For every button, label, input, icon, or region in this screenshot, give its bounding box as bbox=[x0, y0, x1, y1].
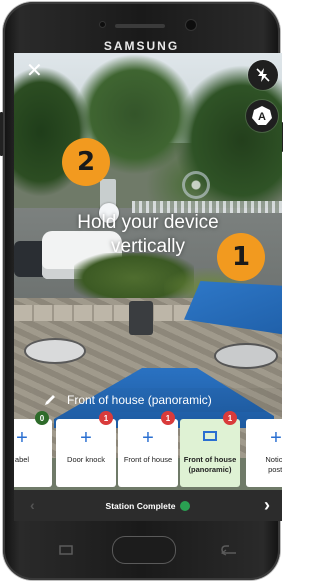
proximity-sensor bbox=[100, 22, 105, 27]
plus-icon[interactable]: + bbox=[56, 428, 116, 448]
plus-icon[interactable]: + bbox=[246, 428, 282, 448]
count-badge: 1 bbox=[99, 411, 113, 425]
card-label: Front of house (panoramic) bbox=[180, 455, 240, 475]
card-label: Front of house bbox=[123, 455, 173, 464]
hint-line-1: Hold your device bbox=[77, 212, 219, 233]
photo-card[interactable]: + Notice posti bbox=[246, 419, 282, 487]
count-badge: 1 bbox=[223, 411, 237, 425]
brand-logo: SAMSUNG bbox=[103, 39, 180, 53]
section-title: Front of house (panoramic) bbox=[67, 393, 212, 407]
card-label-line-2: (panoramic) bbox=[188, 465, 232, 474]
earpiece-speaker bbox=[115, 24, 165, 28]
photo-card-active[interactable]: 1 Front of house (panoramic) bbox=[180, 411, 240, 487]
photo-card[interactable]: 1 + Door knock bbox=[56, 411, 116, 487]
plus-icon[interactable]: + bbox=[118, 428, 178, 448]
app-screen: ✕ A Hold your device vertically 2 1 Fron… bbox=[14, 53, 282, 521]
photo-card[interactable]: 0 + abel bbox=[14, 411, 52, 487]
plus-icon[interactable]: + bbox=[14, 428, 52, 448]
front-camera-lens bbox=[186, 20, 196, 30]
card-label: abel bbox=[14, 455, 30, 464]
station-status: Station Complete bbox=[105, 500, 176, 511]
bottom-nav-bar: ‹ Station Complete › bbox=[14, 490, 282, 521]
pencil-icon[interactable] bbox=[43, 393, 59, 407]
svg-text:A: A bbox=[258, 111, 266, 123]
photo-card-strip[interactable]: 0 + abel 1 + Door knock 1 + Front of hou… bbox=[14, 411, 282, 489]
close-icon[interactable]: ✕ bbox=[26, 61, 43, 81]
scene-trash-bin bbox=[129, 301, 153, 335]
recent-apps-icon[interactable] bbox=[58, 543, 74, 561]
auto-mode-icon[interactable]: A bbox=[246, 100, 278, 132]
chevron-right-icon[interactable]: › bbox=[264, 495, 270, 516]
callout-badge-1: 1 bbox=[217, 233, 265, 281]
photo-card[interactable]: 1 + Front of house bbox=[118, 411, 178, 487]
count-badge: 0 bbox=[35, 411, 49, 425]
card-label-line-1: Notice bbox=[265, 455, 282, 464]
volume-button bbox=[0, 112, 3, 156]
chevron-left-icon[interactable]: ‹ bbox=[30, 497, 35, 513]
callout-badge-2: 2 bbox=[62, 138, 110, 186]
card-label: Notice posti bbox=[246, 455, 282, 475]
level-target-ring bbox=[182, 171, 210, 199]
card-label-line-1: Front of house bbox=[183, 455, 237, 464]
status-check-icon bbox=[180, 500, 191, 511]
panorama-icon[interactable] bbox=[203, 431, 217, 441]
home-button[interactable] bbox=[113, 537, 175, 563]
back-icon[interactable] bbox=[220, 543, 238, 561]
card-label: Door knock bbox=[67, 455, 105, 464]
card-label-line-2: posti bbox=[268, 465, 282, 474]
section-title-bar[interactable]: Front of house (panoramic) bbox=[14, 388, 282, 412]
count-badge: 1 bbox=[161, 411, 175, 425]
scene-patio-table bbox=[24, 338, 86, 364]
flash-off-icon[interactable] bbox=[248, 60, 278, 90]
scene-patio-table-2 bbox=[214, 343, 278, 369]
